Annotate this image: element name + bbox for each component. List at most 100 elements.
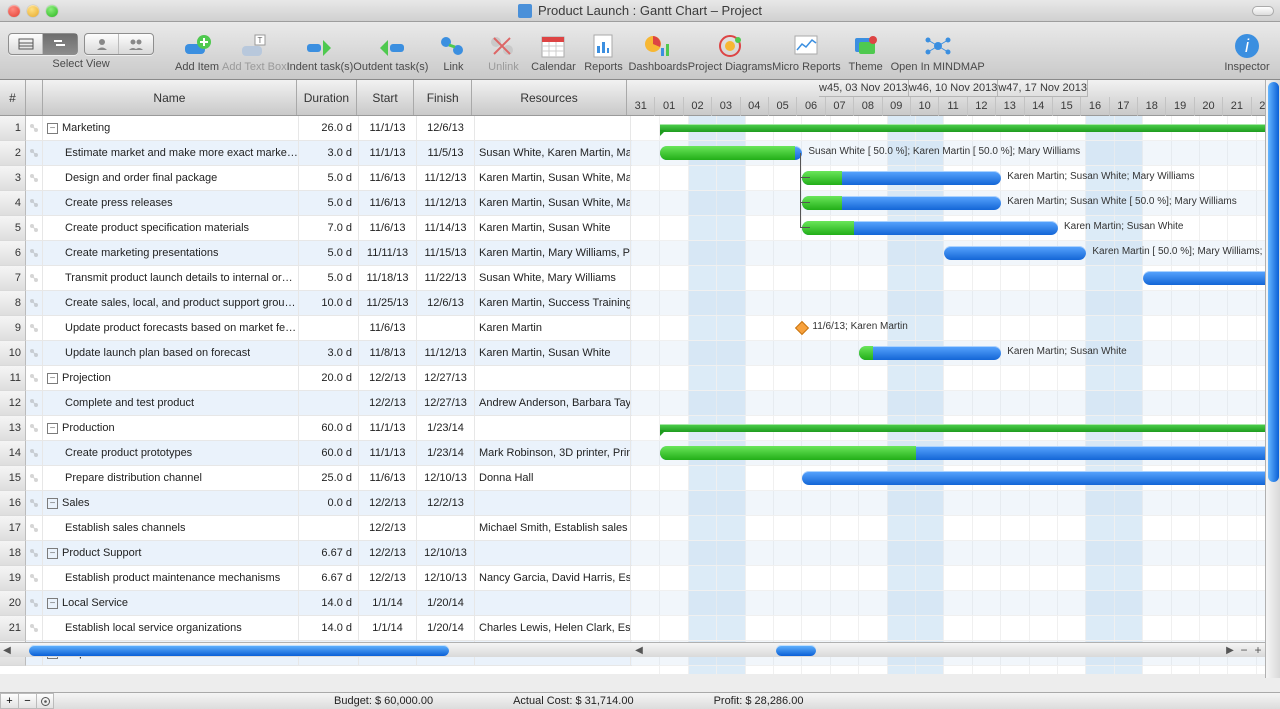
unlink-button[interactable]: Unlink [478, 30, 528, 73]
start-cell[interactable]: 11/1/13 [359, 416, 417, 440]
start-cell[interactable]: 11/8/13 [359, 341, 417, 365]
row-number[interactable]: 3 [0, 166, 26, 191]
duration-cell[interactable]: 26.0 d [299, 116, 359, 140]
zoom-out-icon[interactable]: − [1237, 643, 1251, 657]
task-name-cell[interactable]: Prepare distribution channel [43, 466, 299, 490]
start-cell[interactable]: 12/2/13 [359, 516, 417, 540]
finish-cell[interactable]: 11/22/13 [417, 266, 475, 290]
resources-cell[interactable] [475, 416, 631, 440]
row-number[interactable]: 10 [0, 341, 26, 366]
zoom-in-icon[interactable]: + [1251, 643, 1265, 657]
collapse-toggle[interactable]: − [47, 548, 58, 559]
add-row-button[interactable]: + [0, 693, 18, 709]
row-number[interactable]: 4 [0, 191, 26, 216]
task-bar[interactable] [660, 146, 802, 160]
finish-cell[interactable]: 1/23/14 [417, 441, 475, 465]
task-name-cell[interactable]: Transmit product launch details to inter… [43, 266, 299, 290]
col-start[interactable]: Start [357, 80, 415, 115]
resources-cell[interactable] [475, 591, 631, 615]
scroll-thumb[interactable] [1268, 82, 1279, 482]
start-cell[interactable]: 12/2/13 [359, 366, 417, 390]
scroll-right-icon[interactable]: ▶ [1223, 645, 1237, 656]
resources-cell[interactable]: Karen Martin, Mary Williams, Projector [475, 241, 631, 265]
finish-cell[interactable]: 12/6/13 [417, 116, 475, 140]
resources-cell[interactable]: Donna Hall [475, 466, 631, 490]
finish-cell[interactable]: 12/10/13 [417, 541, 475, 565]
start-cell[interactable]: 11/6/13 [359, 216, 417, 240]
resources-cell[interactable]: Mark Robinson, 3D printer, Printing mate… [475, 441, 631, 465]
table-row[interactable]: Create product specification materials7.… [26, 216, 632, 241]
row-number[interactable]: 17 [0, 516, 26, 541]
summary-bar[interactable] [660, 124, 1280, 132]
gantt-timeline[interactable]: Susan White [ 50.0 %]; Karen Martin [ 50… [632, 116, 1280, 674]
col-hash[interactable]: # [0, 80, 26, 115]
finish-cell[interactable]: 11/12/13 [417, 166, 475, 190]
task-name-cell[interactable]: −Projection [43, 366, 299, 390]
duration-cell[interactable]: 6.67 d [299, 566, 359, 590]
table-row[interactable]: −Local Service14.0 d1/1/141/20/14 [26, 591, 632, 616]
row-number[interactable]: 1 [0, 116, 26, 141]
resources-cell[interactable] [475, 541, 631, 565]
task-name-cell[interactable]: Create product prototypes [43, 441, 299, 465]
task-name-cell[interactable]: Create sales, local, and product support… [43, 291, 299, 315]
scroll-thumb[interactable] [776, 645, 816, 656]
resources-cell[interactable]: Karen Martin, Susan White [475, 341, 631, 365]
row-number[interactable]: 15 [0, 466, 26, 491]
task-name-cell[interactable]: −Marketing [43, 116, 299, 140]
start-cell[interactable]: 11/11/13 [359, 241, 417, 265]
duration-cell[interactable]: 3.0 d [299, 141, 359, 165]
collapse-toggle[interactable]: − [47, 373, 58, 384]
table-row[interactable]: Create sales, local, and product support… [26, 291, 632, 316]
finish-cell[interactable]: 12/10/13 [417, 566, 475, 590]
row-number[interactable]: 19 [0, 566, 26, 591]
duration-cell[interactable]: 14.0 d [299, 591, 359, 615]
table-row[interactable]: −Projection20.0 d12/2/1312/27/13 [26, 366, 632, 391]
duration-cell[interactable]: 60.0 d [299, 416, 359, 440]
row-number[interactable]: 6 [0, 241, 26, 266]
table-row[interactable]: Create marketing presentations5.0 d11/11… [26, 241, 632, 266]
table-row[interactable]: Estimate market and make more exact mark… [26, 141, 632, 166]
start-cell[interactable]: 12/2/13 [359, 491, 417, 515]
task-name-cell[interactable]: Complete and test product [43, 391, 299, 415]
task-name-cell[interactable]: −Production [43, 416, 299, 440]
finish-cell[interactable]: 11/12/13 [417, 341, 475, 365]
resources-cell[interactable] [475, 116, 631, 140]
row-number[interactable]: 14 [0, 441, 26, 466]
finish-cell[interactable]: 12/10/13 [417, 466, 475, 490]
task-name-cell[interactable]: −Product Support [43, 541, 299, 565]
start-cell[interactable]: 11/6/13 [359, 191, 417, 215]
table-row[interactable]: Transmit product launch details to inter… [26, 266, 632, 291]
finish-cell[interactable]: 12/27/13 [417, 391, 475, 415]
theme-button[interactable]: Theme [841, 30, 891, 73]
task-name-cell[interactable]: Update launch plan based on forecast [43, 341, 299, 365]
calendar-button[interactable]: Calendar [528, 30, 578, 73]
row-number[interactable]: 20 [0, 591, 26, 616]
start-cell[interactable]: 11/6/13 [359, 466, 417, 490]
duration-cell[interactable] [299, 316, 359, 340]
view-resource-button[interactable] [85, 34, 119, 54]
table-row[interactable]: Update launch plan based on forecast3.0 … [26, 341, 632, 366]
table-row[interactable]: Complete and test product12/2/1312/27/13… [26, 391, 632, 416]
row-number[interactable]: 9 [0, 316, 26, 341]
resources-cell[interactable]: Michael Smith, Establish sales channels [475, 516, 631, 540]
table-row[interactable]: −Marketing26.0 d11/1/1312/6/13 [26, 116, 632, 141]
start-cell[interactable]: 11/1/13 [359, 141, 417, 165]
scroll-left-icon[interactable]: ◀ [632, 645, 646, 656]
open-mindmap-button[interactable]: Open In MINDMAP [891, 30, 985, 73]
duration-cell[interactable]: 25.0 d [299, 466, 359, 490]
finish-cell[interactable]: 11/12/13 [417, 191, 475, 215]
table-row[interactable]: Prepare distribution channel25.0 d11/6/1… [26, 466, 632, 491]
resources-cell[interactable] [475, 491, 631, 515]
start-cell[interactable]: 11/25/13 [359, 291, 417, 315]
resources-cell[interactable]: Karen Martin, Susan White, Mary Williams [475, 191, 631, 215]
task-name-cell[interactable]: Estimate market and make more exact mark… [43, 141, 299, 165]
task-bar[interactable] [944, 246, 1086, 260]
resources-cell[interactable] [475, 366, 631, 390]
start-cell[interactable]: 11/1/13 [359, 116, 417, 140]
table-row[interactable]: Establish product maintenance mechanisms… [26, 566, 632, 591]
task-name-cell[interactable]: Create press releases [43, 191, 299, 215]
col-duration[interactable]: Duration [297, 80, 357, 115]
finish-cell[interactable] [417, 316, 475, 340]
start-cell[interactable]: 11/18/13 [359, 266, 417, 290]
reports-button[interactable]: Reports [578, 30, 628, 73]
